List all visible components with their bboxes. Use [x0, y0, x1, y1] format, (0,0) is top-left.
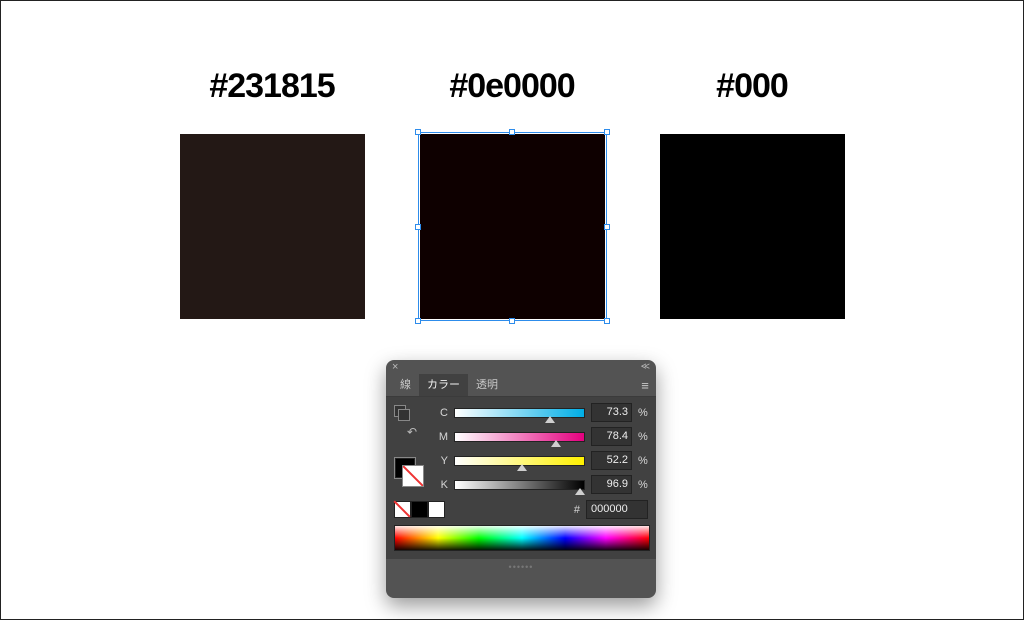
slider-thumb[interactable] — [575, 488, 585, 495]
slider-track[interactable] — [454, 456, 585, 466]
slider-thumb[interactable] — [551, 440, 561, 447]
slider-thumb[interactable] — [517, 464, 527, 471]
slider-label: M — [436, 431, 448, 443]
last-color-icon[interactable]: ↶ — [394, 425, 430, 439]
swap-fill-stroke-icon[interactable] — [394, 405, 410, 421]
canvas-frame: #231815 #0e0000 #000 × ≪ 線 カラー 透明 ≡ ↶ — [0, 0, 1024, 620]
cmyk-sliders: C 73.3% M 78.4% Y 52.2% K 96.9% — [436, 403, 648, 494]
swap-icons: ↶ — [394, 405, 430, 487]
none-swatch[interactable] — [394, 501, 411, 518]
panel-body: ↶ C 73.3% M 78.4% Y 52.2% K 96.9% # — [386, 397, 656, 559]
hex-row: # 000000 — [394, 500, 648, 519]
swatch-label: #231815 — [209, 67, 334, 106]
swatch-col: #0e0000 — [417, 67, 607, 319]
white-swatch[interactable] — [428, 501, 445, 518]
slider-thumb[interactable] — [545, 416, 555, 423]
black-swatch[interactable] — [411, 501, 428, 518]
slider-track[interactable] — [454, 408, 585, 418]
color-swatch[interactable] — [660, 134, 845, 319]
slider-label: Y — [436, 455, 448, 467]
color-swatch[interactable] — [420, 134, 605, 319]
selection-handle[interactable] — [415, 129, 421, 135]
stroke-color-icon[interactable] — [402, 465, 424, 487]
selection-handle[interactable] — [415, 318, 421, 324]
selection-handle[interactable] — [509, 129, 515, 135]
selection-handle[interactable] — [604, 129, 610, 135]
slider-value[interactable]: 52.2 — [591, 451, 632, 470]
color-spectrum[interactable] — [394, 525, 650, 551]
slider-value[interactable]: 78.4 — [591, 427, 632, 446]
percent-label: % — [638, 455, 648, 467]
tab-stroke[interactable]: 線 — [392, 374, 419, 396]
panel-tabs: 線 カラー 透明 ≡ — [386, 374, 656, 397]
tab-color[interactable]: カラー — [419, 374, 468, 396]
slider-row-m: M 78.4% — [436, 427, 648, 446]
collapse-icon[interactable]: ≪ — [641, 361, 650, 372]
slider-track[interactable] — [454, 432, 585, 442]
tab-transparency[interactable]: 透明 — [468, 374, 506, 396]
percent-label: % — [638, 431, 648, 443]
panel-menu-icon[interactable]: ≡ — [634, 374, 656, 396]
slider-value[interactable]: 73.3 — [591, 403, 632, 422]
slider-label: C — [436, 407, 448, 419]
slider-row-c: C 73.3% — [436, 403, 648, 422]
selection-handle[interactable] — [604, 224, 610, 230]
percent-label: % — [638, 479, 648, 491]
selection-handle[interactable] — [415, 224, 421, 230]
hex-input[interactable]: 000000 — [586, 500, 648, 519]
close-icon[interactable]: × — [392, 361, 398, 373]
slider-label: K — [436, 479, 448, 491]
swatch-label: #0e0000 — [449, 67, 574, 106]
swatch-row: #231815 #0e0000 #000 — [1, 67, 1023, 319]
color-panel[interactable]: × ≪ 線 カラー 透明 ≡ ↶ — [386, 360, 656, 598]
slider-row-y: Y 52.2% — [436, 451, 648, 470]
selection-outline — [418, 132, 607, 321]
selection-handle[interactable] — [604, 318, 610, 324]
selection-handle[interactable] — [509, 318, 515, 324]
fill-stroke-indicator[interactable] — [394, 457, 424, 487]
resize-grip-icon[interactable]: •••••• — [386, 559, 656, 574]
slider-value[interactable]: 96.9 — [591, 475, 632, 494]
color-swatch[interactable] — [180, 134, 365, 319]
swatch-col: #231815 — [177, 67, 367, 319]
swatch-label: #000 — [716, 67, 788, 106]
hex-hash-label: # — [574, 504, 580, 516]
percent-label: % — [638, 407, 648, 419]
slider-track[interactable] — [454, 480, 585, 490]
panel-titlebar[interactable]: × ≪ — [386, 360, 656, 374]
slider-row-k: K 96.9% — [436, 475, 648, 494]
swatch-col: #000 — [657, 67, 847, 319]
